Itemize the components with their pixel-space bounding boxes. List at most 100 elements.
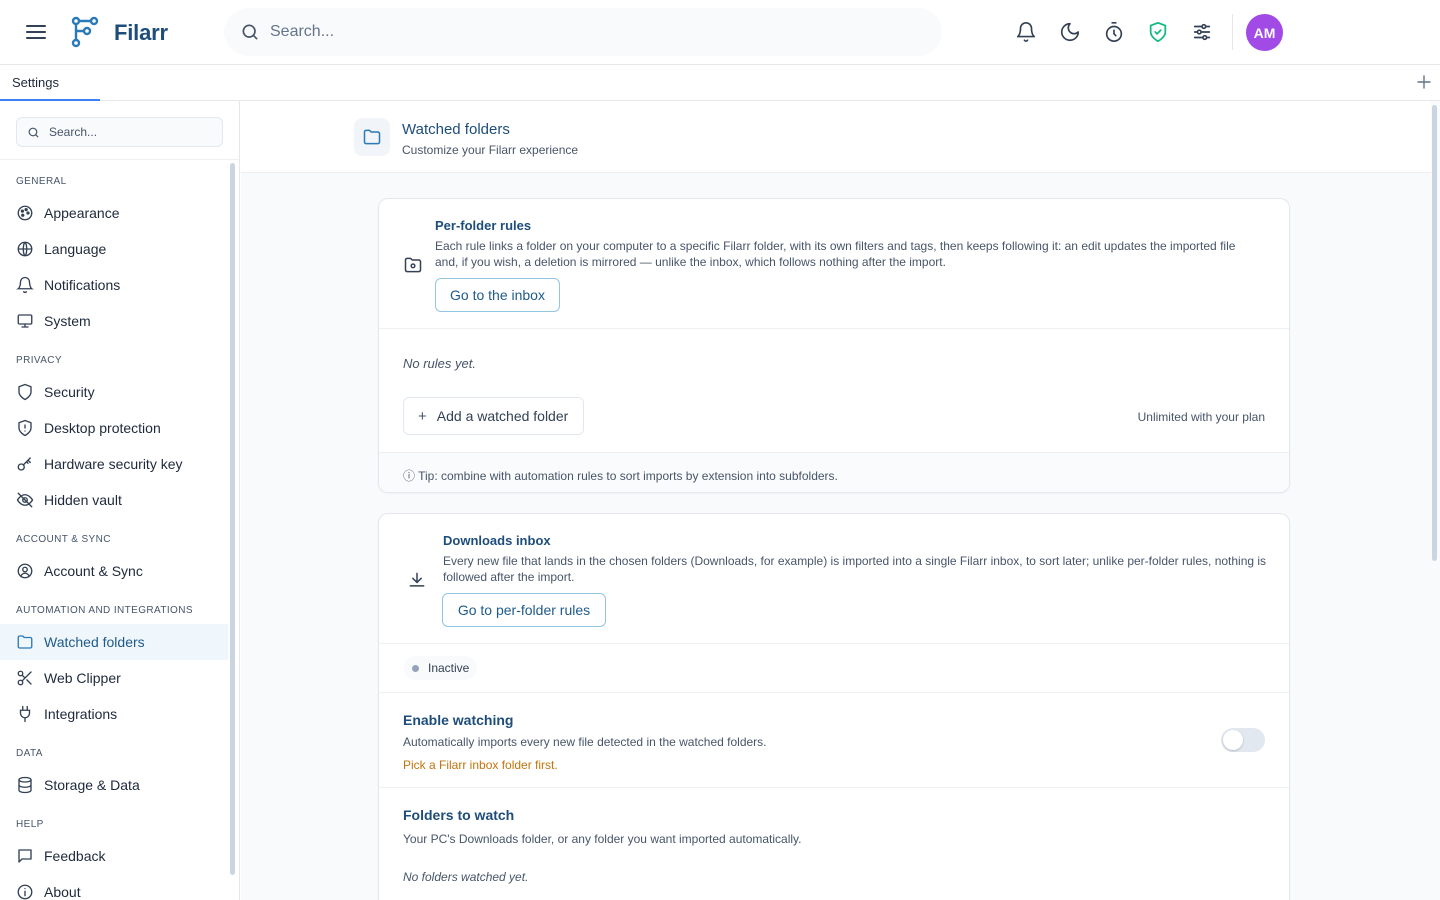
sidebar-search[interactable] [16,117,223,147]
status-dot [412,664,419,672]
section-general: GENERAL [16,176,67,187]
tip-text: ⓘ Tip: combine with automation rules to … [403,469,838,483]
tab-settings[interactable]: Settings [0,65,100,101]
folders-to-watch-title: Folders to watch [403,807,515,823]
per-folder-rules-card: Per-folder rules Each rule links a folde… [378,198,1290,493]
go-to-per-folder-rules-button[interactable]: Go to per-folder rules [442,593,606,627]
bell-icon[interactable] [1015,21,1037,43]
sidebar-item-label: Storage & Data [44,777,140,793]
sidebar-divider [0,159,239,160]
search-icon [27,126,40,139]
sidebar-item-notifications[interactable]: Notifications [0,267,228,303]
monitor-icon [16,312,34,330]
sidebar-item-watched-folders[interactable]: Watched folders [0,624,228,660]
app-name[interactable]: Filarr [114,20,168,46]
page-header: Watched folders Customize your Filarr ex… [241,101,1431,173]
sidebar-item-label: Security [44,384,95,400]
sidebar-item-language[interactable]: Language [0,231,228,267]
sidebar-item-label: Desktop protection [44,420,161,436]
settings-sidebar: GENERAL Appearance Language Notification… [0,101,240,900]
sidebar-item-desktop-protection[interactable]: Desktop protection [0,410,228,446]
scissors-icon [16,669,34,687]
no-rules-text: No rules yet. [403,356,476,371]
sidebar-item-label: Hardware security key [44,456,183,472]
main-scrollbar[interactable] [1432,105,1437,561]
info-icon [16,883,34,900]
sidebar-item-label: Account & Sync [44,563,143,579]
enable-watching-title: Enable watching [403,712,514,728]
sliders-icon[interactable] [1191,21,1213,43]
sidebar-item-label: Integrations [44,706,118,722]
moon-icon[interactable] [1059,21,1081,43]
downloads-desc-line2: followed after the import. [443,570,575,584]
globe-icon [16,240,34,258]
folder-icon [354,118,390,156]
tip-row: ⓘ Tip: combine with automation rules to … [379,452,1289,492]
toggle-knob [1223,730,1243,750]
sidebar-item-storage-data[interactable]: Storage & Data [0,767,228,803]
enable-watching-warning: Pick a Filarr inbox folder first. [403,758,558,772]
palette-icon [16,204,34,222]
sidebar-item-appearance[interactable]: Appearance [0,195,228,231]
sidebar-item-system[interactable]: System [0,303,228,339]
sidebar-item-label: Feedback [44,848,106,864]
sidebar-item-label: Appearance [44,205,120,221]
page-title: Watched folders [402,121,510,138]
shield-check-icon[interactable] [1147,21,1169,43]
sidebar-item-security[interactable]: Security [0,374,228,410]
sidebar-item-hidden-vault[interactable]: Hidden vault [0,482,228,518]
downloads-inbox-card: Downloads inbox Every new file that land… [378,513,1290,900]
folder-icon [16,633,34,651]
folders-to-watch-desc: Your PC's Downloads folder, or any folde… [403,832,802,846]
global-search[interactable] [224,8,942,56]
filarr-logo-icon[interactable] [70,16,100,48]
sidebar-item-account-sync[interactable]: Account & Sync [0,553,228,589]
plan-note: Unlimited with your plan [1137,410,1265,424]
top-bar: Filarr AM [0,0,1440,65]
shield-alert-icon [16,419,34,437]
add-watched-folder-label: Add a watched folder [436,408,569,424]
downloads-title: Downloads inbox [443,533,551,548]
user-avatar[interactable]: AM [1246,14,1283,51]
sidebar-item-label: Watched folders [44,634,145,650]
folder-cog-icon [403,255,423,275]
sidebar-item-integrations[interactable]: Integrations [0,696,228,732]
sidebar-item-web-clipper[interactable]: Web Clipper [0,660,228,696]
status-badge: Inactive [404,656,478,680]
user-circle-icon [16,562,34,580]
sidebar-search-input[interactable] [49,125,209,139]
message-icon [16,847,34,865]
search-icon [240,22,260,42]
main-content: Watched folders Customize your Filarr ex… [241,101,1440,900]
timer-icon[interactable] [1103,21,1125,43]
go-to-inbox-button[interactable]: Go to the inbox [435,278,560,312]
page-subtitle: Customize your Filarr experience [402,143,579,157]
sidebar-scrollbar[interactable] [230,163,235,875]
tab-bar: Settings [0,65,1440,101]
per-folder-desc-line2: and, if you wish, a deletion is mirrored… [435,255,946,269]
add-watched-folder-button[interactable]: + Add a watched folder [403,397,584,435]
shield-icon [16,383,34,401]
downloads-desc-line1: Every new file that lands in the chosen … [443,554,1267,568]
sidebar-item-label: About [44,884,81,900]
download-icon [407,570,427,590]
section-data: DATA [16,748,43,759]
status-label: Inactive [428,661,470,675]
row-divider [379,643,1289,644]
plus-icon: + [418,407,427,425]
key-icon [16,455,34,473]
sidebar-item-label: Language [44,241,107,257]
per-folder-title: Per-folder rules [435,218,532,233]
sidebar-item-hardware-security-key[interactable]: Hardware security key [0,446,228,482]
global-search-input[interactable] [270,23,870,41]
section-help: HELP [16,819,44,830]
plus-icon[interactable] [1416,74,1432,90]
menu-icon[interactable] [24,20,48,44]
enable-watching-desc: Automatically imports every new file det… [403,735,767,749]
section-account-sync: ACCOUNT & SYNC [16,534,111,545]
sidebar-item-feedback[interactable]: Feedback [0,838,228,874]
section-privacy: PRIVACY [16,355,62,366]
sidebar-item-about[interactable]: About [0,874,228,900]
enable-watching-toggle[interactable] [1221,728,1265,752]
bell-icon [16,276,34,294]
